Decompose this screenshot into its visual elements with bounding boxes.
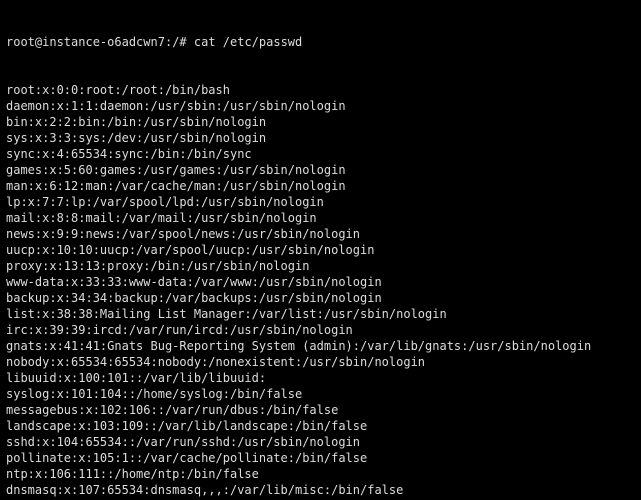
output-line: syslog:x:101:104::/home/syslog:/bin/fals… (6, 386, 635, 402)
output-line: mail:x:8:8:mail:/var/mail:/usr/sbin/nolo… (6, 210, 635, 226)
output-line: list:x:38:38:Mailing List Manager:/var/l… (6, 306, 635, 322)
output-line: gnats:x:41:41:Gnats Bug-Reporting System… (6, 338, 635, 354)
output-line: www-data:x:33:33:www-data:/var/www:/usr/… (6, 274, 635, 290)
output-line: games:x:5:60:games:/usr/games:/usr/sbin/… (6, 162, 635, 178)
output-line: ntp:x:106:111::/home/ntp:/bin/false (6, 466, 635, 482)
output-line: sys:x:3:3:sys:/dev:/usr/sbin/nologin (6, 130, 635, 146)
output-line: sync:x:4:65534:sync:/bin:/bin/sync (6, 146, 635, 162)
output-line: dnsmasq:x:107:65534:dnsmasq,,,:/var/lib/… (6, 482, 635, 498)
prompt: root@instance-o6adcwn7 (6, 35, 165, 49)
output-line: nobody:x:65534:65534:nobody:/nonexistent… (6, 354, 635, 370)
output-line: news:x:9:9:news:/var/spool/news:/usr/sbi… (6, 226, 635, 242)
output-line: irc:x:39:39:ircd:/var/run/ircd:/usr/sbin… (6, 322, 635, 338)
output-line: sshd:x:104:65534::/var/run/sshd:/usr/sbi… (6, 434, 635, 450)
terminal[interactable]: root@instance-o6adcwn7:/# cat /etc/passw… (0, 0, 641, 500)
output-line: man:x:6:12:man:/var/cache/man:/usr/sbin/… (6, 178, 635, 194)
output-line: bin:x:2:2:bin:/bin:/usr/sbin/nologin (6, 114, 635, 130)
output-line: landscape:x:103:109::/var/lib/landscape:… (6, 418, 635, 434)
output-block: root:x:0:0:root:/root:/bin/bashdaemon:x:… (6, 82, 635, 500)
command-text: cat /etc/passwd (194, 35, 302, 49)
output-line: uucp:x:10:10:uucp:/var/spool/uucp:/usr/s… (6, 242, 635, 258)
output-line: pollinate:x:105:1::/var/cache/pollinate:… (6, 450, 635, 466)
output-line: root:x:0:0:root:/root:/bin/bash (6, 82, 635, 98)
output-line: daemon:x:1:1:daemon:/usr/sbin:/usr/sbin/… (6, 98, 635, 114)
output-line: libuuid:x:100:101::/var/lib/libuuid: (6, 370, 635, 386)
output-line: messagebus:x:102:106::/var/run/dbus:/bin… (6, 402, 635, 418)
command-line: root@instance-o6adcwn7:/# cat /etc/passw… (6, 34, 635, 50)
output-line: proxy:x:13:13:proxy:/bin:/usr/sbin/nolog… (6, 258, 635, 274)
output-line: lp:x:7:7:lp:/var/spool/lpd:/usr/sbin/nol… (6, 194, 635, 210)
output-line: backup:x:34:34:backup:/var/backups:/usr/… (6, 290, 635, 306)
